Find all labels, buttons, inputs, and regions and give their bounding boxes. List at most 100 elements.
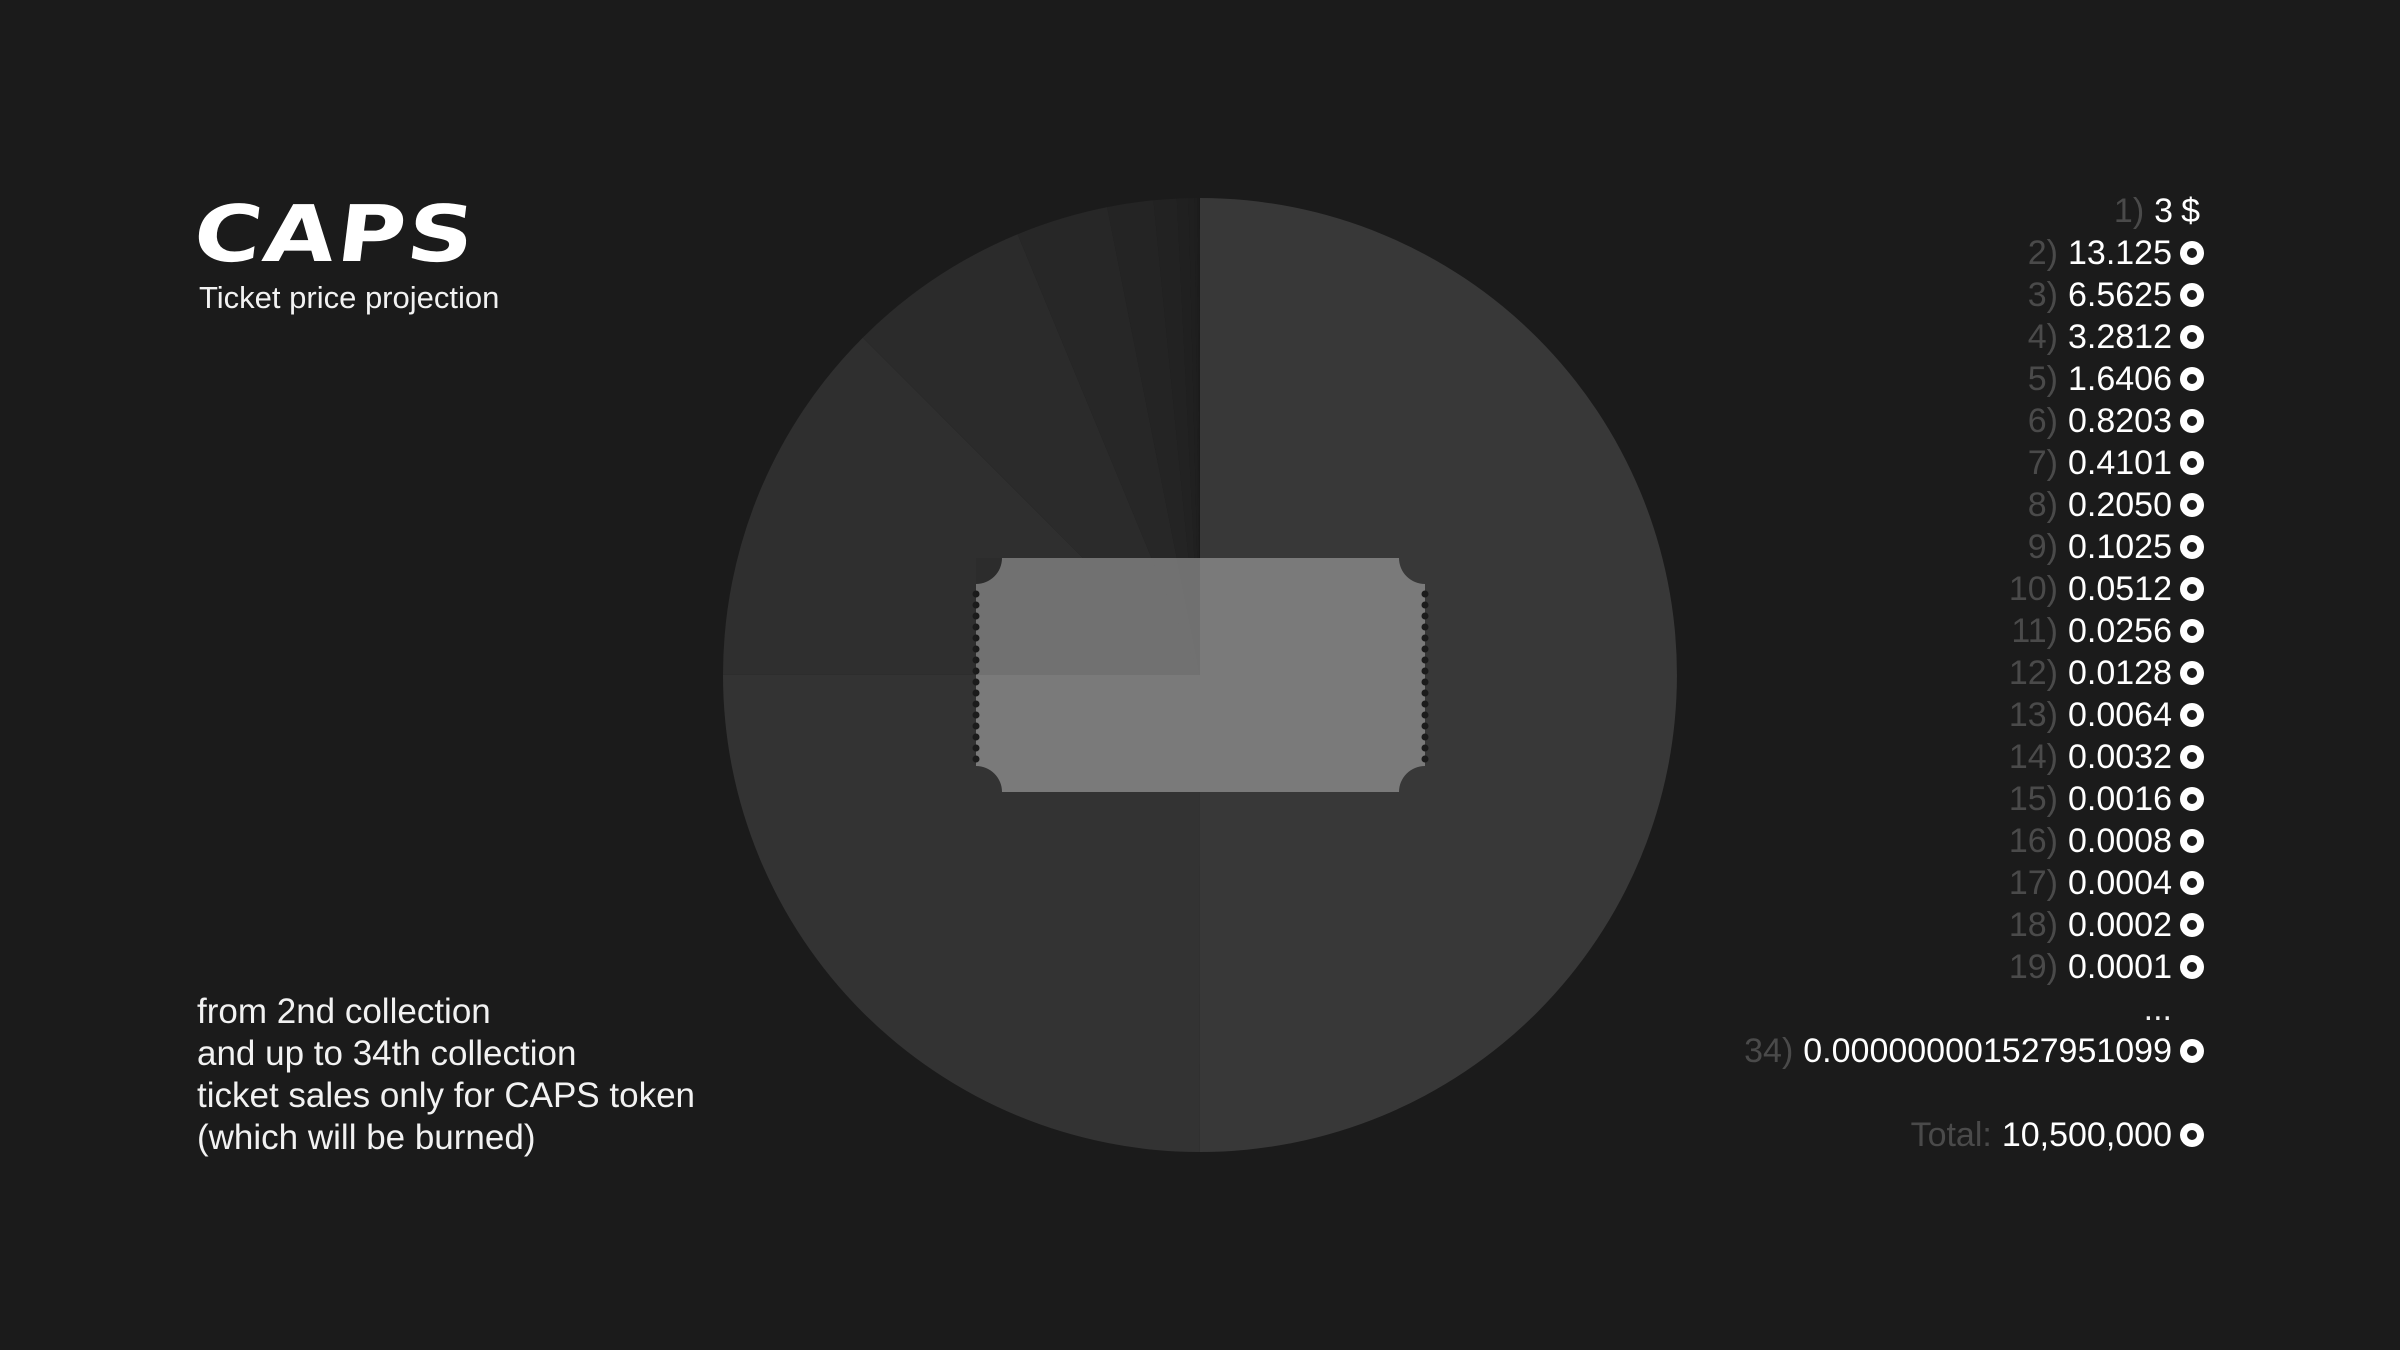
row-value: 0.0512 <box>2068 570 2172 608</box>
row-value: 0.0001 <box>2068 948 2172 986</box>
price-row-first: 1) 3 $ <box>1744 190 2204 232</box>
ticket-perforation <box>1421 601 1429 609</box>
row-index: 1) <box>2113 192 2145 230</box>
note-line: (which will be burned) <box>197 1118 536 1157</box>
ticket-perforation <box>1421 634 1429 642</box>
ticket-perforation <box>1421 678 1429 686</box>
row-value: 0.0002 <box>2068 906 2172 944</box>
caps-coin-icon <box>2180 745 2204 769</box>
row-index: 12) <box>2008 654 2058 692</box>
ticket-perforation <box>1421 612 1429 620</box>
caps-coin-icon <box>2180 535 2204 559</box>
row-index: 2) <box>2027 234 2058 272</box>
caps-coin-icon <box>2180 703 2204 727</box>
row-value: 1.6406 <box>2068 360 2172 398</box>
row-value: 0.0032 <box>2068 738 2172 776</box>
price-row: 10) 0.0512 <box>1744 568 2204 610</box>
ticket-shade <box>976 558 1200 675</box>
caps-coin-icon <box>2180 241 2204 265</box>
price-row: 8) 0.2050 <box>1744 484 2204 526</box>
price-row: 17) 0.0004 <box>1744 862 2204 904</box>
ticket-perforation <box>972 678 980 686</box>
ticket-icon <box>972 558 1429 792</box>
ticket-perforation <box>1421 590 1429 598</box>
price-row: 12) 0.0128 <box>1744 652 2204 694</box>
caps-coin-icon <box>2180 1123 2204 1147</box>
ticket-perforation <box>972 744 980 752</box>
row-value: 0.0008 <box>2068 822 2172 860</box>
price-row: 7) 0.4101 <box>1744 442 2204 484</box>
total-label: Total: <box>1910 1116 1992 1154</box>
caps-coin-icon <box>2180 577 2204 601</box>
ticket-perforation <box>1421 623 1429 631</box>
dollar-sign: $ <box>2181 192 2200 230</box>
row-index: 8) <box>2027 486 2058 524</box>
note-line: and up to 34th collection <box>197 1034 577 1073</box>
row-index: 15) <box>2008 780 2058 818</box>
row-index: 9) <box>2027 528 2058 566</box>
price-row: 18) 0.0002 <box>1744 904 2204 946</box>
row-index: 13) <box>2008 696 2058 734</box>
row-value: 0.0128 <box>2068 654 2172 692</box>
row-value: 0.0004 <box>2068 864 2172 902</box>
row-index: 16) <box>2008 822 2058 860</box>
row-index: 14) <box>2008 738 2058 776</box>
row-index: 4) <box>2027 318 2058 356</box>
row-value: 13.125 <box>2068 234 2172 272</box>
caps-coin-icon <box>2180 1039 2204 1063</box>
caps-coin-icon <box>2180 367 2204 391</box>
price-row: 4) 3.2812 <box>1744 316 2204 358</box>
caps-coin-icon <box>2180 955 2204 979</box>
ticket-perforation <box>1421 711 1429 719</box>
note-line: ticket sales only for CAPS token <box>197 1076 695 1115</box>
row-index: 10) <box>2008 570 2058 608</box>
caps-coin-icon <box>2180 409 2204 433</box>
note-line: from 2nd collection <box>197 992 491 1031</box>
ticket-perforation <box>1421 700 1429 708</box>
ticket-perforation <box>1421 667 1429 675</box>
ticket-perforation <box>972 722 980 730</box>
ticket-perforation <box>1421 755 1429 763</box>
price-row: 19) 0.0001 <box>1744 946 2204 988</box>
row-index: 6) <box>2027 402 2058 440</box>
row-index: 18) <box>2008 906 2058 944</box>
row-value: 0.4101 <box>2068 444 2172 482</box>
price-row: 11) 0.0256 <box>1744 610 2204 652</box>
row-index: 11) <box>2011 612 2058 650</box>
row-index: 5) <box>2027 360 2058 398</box>
caps-coin-icon <box>2180 661 2204 685</box>
caps-coin-icon <box>2180 325 2204 349</box>
caps-coin-icon <box>2180 913 2204 937</box>
row-index: 19) <box>2008 948 2058 986</box>
price-row: 3) 6.5625 <box>1744 274 2204 316</box>
price-row: 15) 0.0016 <box>1744 778 2204 820</box>
row-value: 3 <box>2154 192 2174 230</box>
price-rows: 2) 13.125 3) 6.5625 4) 3.2812 5) 1.6406 6) 0.8203… <box>1744 232 2204 988</box>
ticket-perforation <box>972 733 980 741</box>
price-row: 14) 0.0032 <box>1744 736 2204 778</box>
price-row: 2) 13.125 <box>1744 232 2204 274</box>
row-value: 0.8203 <box>2068 402 2172 440</box>
total-value: 10,500,000 <box>2001 1116 2172 1154</box>
ticket-perforation <box>1421 656 1429 664</box>
row-index: 17) <box>2008 864 2058 902</box>
row-value: 0.0256 <box>2068 612 2172 650</box>
ticket-perforation <box>1421 689 1429 697</box>
ticket-perforation <box>1421 733 1429 741</box>
price-row: 6) 0.8203 <box>1744 400 2204 442</box>
price-row: 9) 0.1025 <box>1744 526 2204 568</box>
ticket-perforation <box>1421 722 1429 730</box>
row-index: 3) <box>2027 276 2058 314</box>
caps-coin-icon <box>2180 829 2204 853</box>
row-index: 34) <box>1744 1032 1794 1070</box>
price-row: 16) 0.0008 <box>1744 820 2204 862</box>
ellipsis: ... <box>2143 990 2172 1028</box>
total-row: Total: 10,500,000 <box>1744 1114 2204 1156</box>
collection-note: from 2nd collection and up to 34th colle… <box>197 991 695 1159</box>
ticket-perforation <box>972 689 980 697</box>
ticket-perforation <box>1421 744 1429 752</box>
row-value: 0.2050 <box>2068 486 2172 524</box>
price-row-last: 34) 0.000000001527951099 <box>1744 1030 2204 1072</box>
ticket-perforation <box>972 755 980 763</box>
